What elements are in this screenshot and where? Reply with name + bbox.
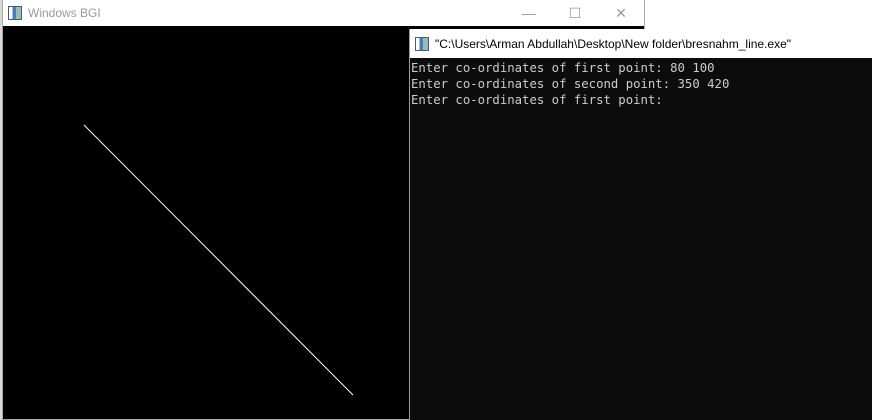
- app-icon: [8, 6, 22, 20]
- console-line: Enter co-ordinates of first point: 80 10…: [411, 61, 715, 75]
- minimize-button[interactable]: —: [506, 0, 552, 26]
- bgi-window-title: Windows BGI: [28, 6, 101, 20]
- console-line: Enter co-ordinates of second point: 350 …: [411, 77, 730, 91]
- console-title-bar[interactable]: "C:\Users\Arman Abdullah\Desktop\New fol…: [410, 29, 872, 58]
- maximize-button[interactable]: ☐: [552, 0, 598, 26]
- close-button[interactable]: ✕: [598, 0, 644, 26]
- console-output[interactable]: Enter co-ordinates of first point: 80 10…: [410, 58, 872, 108]
- console-line: Enter co-ordinates of first point:: [411, 93, 663, 107]
- bgi-title-bar[interactable]: Windows BGI — ☐ ✕: [3, 0, 644, 26]
- console-window: "C:\Users\Arman Abdullah\Desktop\New fol…: [409, 29, 872, 420]
- console-window-title: "C:\Users\Arman Abdullah\Desktop\New fol…: [435, 36, 792, 51]
- bresenham-line: [83, 124, 354, 396]
- console-icon: [415, 36, 429, 51]
